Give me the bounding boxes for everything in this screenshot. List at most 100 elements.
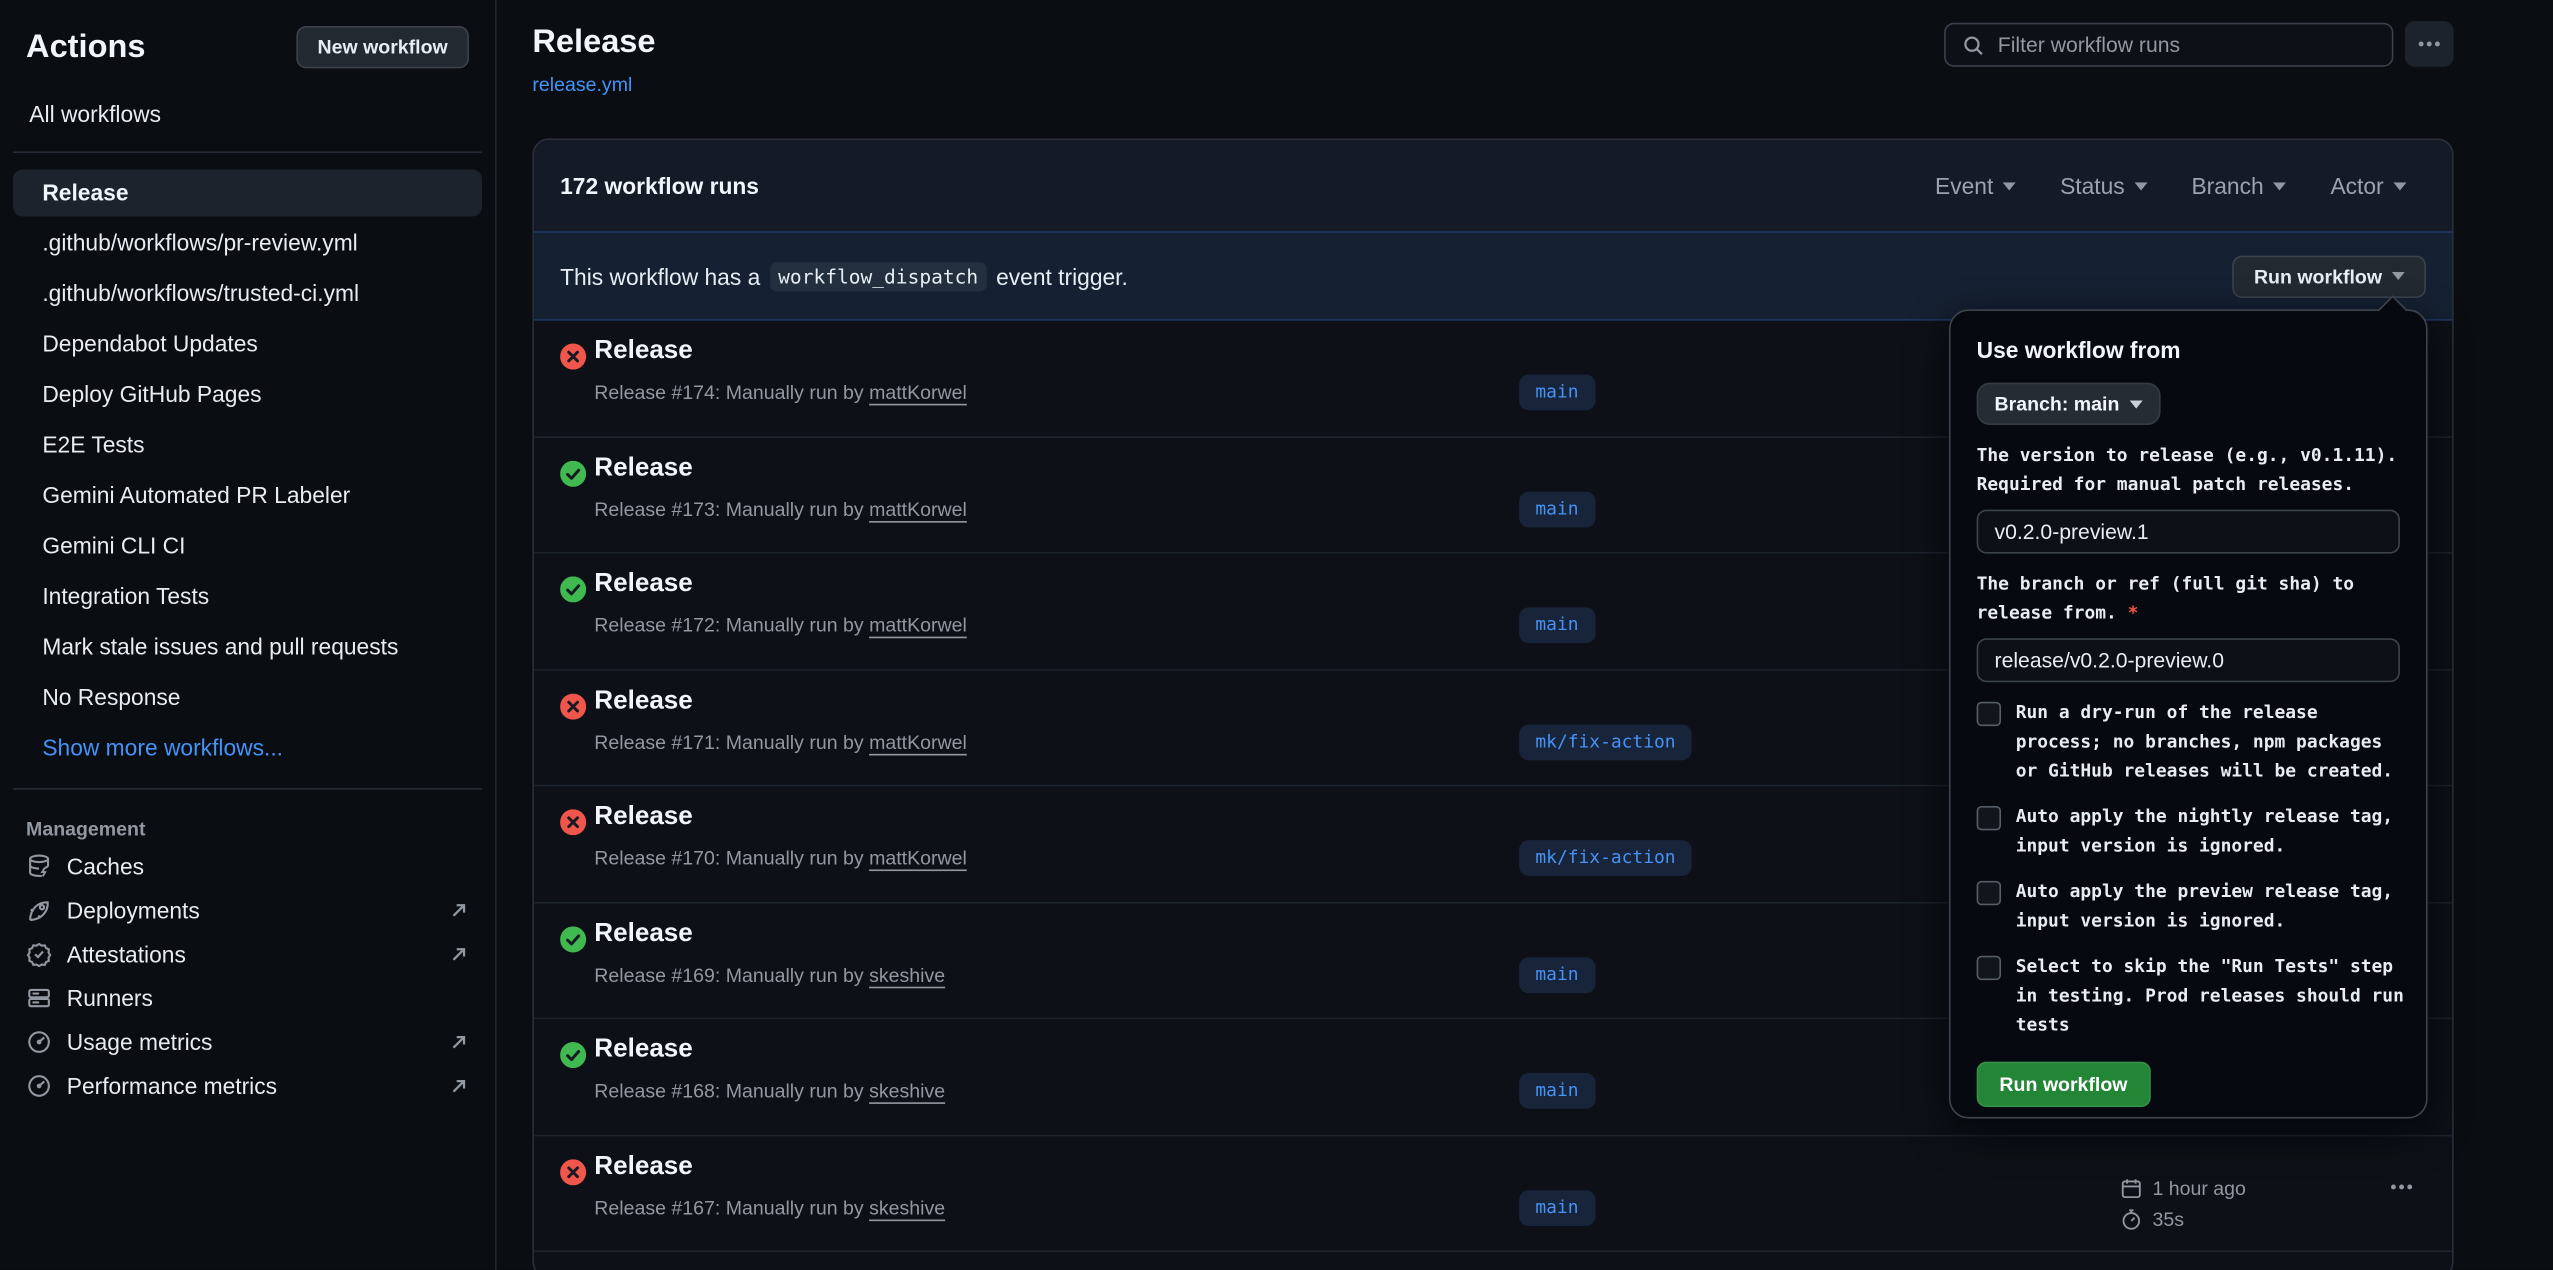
run-subtitle: Release #167: Manually run by skeshive <box>594 1196 945 1219</box>
sidebar-item-deploy-github-pages[interactable]: Deploy GitHub Pages <box>13 371 482 418</box>
filter-dropdown-branch[interactable]: Branch <box>2191 173 2286 199</box>
new-workflow-button[interactable]: New workflow <box>296 26 469 68</box>
actor-link[interactable]: mattKorwel <box>869 730 967 753</box>
sidebar-item-performance-metrics[interactable]: Performance metrics <box>13 1065 482 1107</box>
sidebar-item-show-more-workflows[interactable]: Show more workflows... <box>13 725 482 772</box>
sidebar-item-gemini-automated-pr-labeler[interactable]: Gemini Automated PR Labeler <box>13 472 482 519</box>
run-title-link[interactable]: Release <box>594 1036 693 1065</box>
sidebar-item-attestations[interactable]: Attestations <box>13 933 482 975</box>
workflow-input-field[interactable] <box>1977 638 2400 682</box>
sidebar-item-gemini-cli-ci[interactable]: Gemini CLI CI <box>13 523 482 570</box>
run-title-link[interactable]: Release <box>594 453 693 482</box>
branch-select-button[interactable]: Branch: main <box>1977 383 2160 425</box>
run-subtitle: Release #172: Manually run by mattKorwel <box>594 614 967 637</box>
checkbox[interactable] <box>1977 881 2001 905</box>
check-circle-icon <box>560 576 586 602</box>
chevron-down-icon <box>2129 400 2142 408</box>
run-title-link[interactable]: Release <box>594 1152 693 1181</box>
actor-link[interactable]: skeshive <box>869 1196 945 1219</box>
actor-link[interactable]: skeshive <box>869 963 945 986</box>
gauge-icon <box>26 1073 52 1099</box>
sidebar-item-mark-stale-issues-and-pull-requests[interactable]: Mark stale issues and pull requests <box>13 624 482 671</box>
management-list: CachesDeployments Attestations Runners Usag… <box>0 845 495 1107</box>
filter-dropdown-status[interactable]: Status <box>2060 173 2147 199</box>
sidebar-item-integration-tests[interactable]: Integration Tests <box>13 573 482 620</box>
run-time: 1 hour ago <box>2152 1173 2245 1204</box>
chevron-down-icon <box>2003 182 2016 190</box>
actor-link[interactable]: mattKorwel <box>869 381 967 404</box>
banner-text: event trigger. <box>996 263 1128 289</box>
external-link-icon <box>449 900 469 920</box>
filter-dropdown-event[interactable]: Event <box>1935 173 2016 199</box>
actor-link[interactable]: mattKorwel <box>869 847 967 870</box>
management-item-label: Usage metrics <box>67 1029 213 1055</box>
sidebar-item-dependabot-updates[interactable]: Dependabot Updates <box>13 321 482 368</box>
panel-checkboxes: Run a dry-run of the releaseprocess; no … <box>1977 698 2400 1040</box>
partial-run-row <box>534 1252 2452 1270</box>
sidebar-item-no-response[interactable]: No Response <box>13 674 482 721</box>
checkbox[interactable] <box>1977 702 2001 726</box>
management-item-label: Attestations <box>67 941 186 967</box>
x-circle-icon <box>560 1158 586 1184</box>
actor-link[interactable]: skeshive <box>869 1079 945 1102</box>
branch-pill[interactable]: main <box>1519 491 1595 527</box>
branch-pill[interactable]: mk/fix-action <box>1519 724 1692 760</box>
x-circle-icon <box>560 344 586 370</box>
workflow-dispatch-banner: This workflow has a workflow_dispatch ev… <box>534 231 2452 321</box>
branch-pill[interactable]: main <box>1519 607 1595 643</box>
chevron-down-icon <box>2134 182 2147 190</box>
sidebar-item-runners[interactable]: Runners <box>13 977 482 1019</box>
branch-pill[interactable]: main <box>1519 1189 1595 1225</box>
workflow-input-field[interactable] <box>1977 510 2400 554</box>
main-content: Release release.yml Filter workflow runs… <box>497 0 2553 1270</box>
sidebar-item-github-workflows-pr-review-yml[interactable]: .github/workflows/pr-review.yml <box>13 220 482 267</box>
panel-fields: The version to release (e.g., v0.1.11).R… <box>1977 441 2400 682</box>
sidebar-item-all-workflows[interactable]: All workflows <box>13 91 482 137</box>
run-workflow-submit-button[interactable]: Run workflow <box>1977 1062 2151 1108</box>
external-link-icon <box>449 944 469 964</box>
sidebar-item-release[interactable]: Release <box>13 169 482 216</box>
workflow-run-row[interactable]: Release Release #167: Manually run by sk… <box>534 1136 2452 1252</box>
filter-workflow-runs-input[interactable]: Filter workflow runs <box>1944 23 2393 67</box>
branch-pill[interactable]: mk/fix-action <box>1519 840 1692 876</box>
run-title-link[interactable]: Release <box>594 686 693 715</box>
management-item-label: Performance metrics <box>67 1073 277 1099</box>
actor-link[interactable]: mattKorwel <box>869 614 967 637</box>
chevron-down-icon <box>2393 182 2406 190</box>
checkbox-label: Run a dry-run of the releaseprocess; no … <box>2016 698 2393 786</box>
input-description: The branch or ref (full git sha) torelea… <box>1977 570 2400 629</box>
run-title-link[interactable]: Release <box>594 919 693 948</box>
sidebar-item-usage-metrics[interactable]: Usage metrics <box>13 1021 482 1063</box>
actions-sidebar: Actions New workflow All workflows Relea… <box>0 0 497 1270</box>
chevron-down-icon <box>2273 182 2286 190</box>
run-title-link[interactable]: Release <box>594 570 693 599</box>
x-circle-icon <box>560 693 586 719</box>
branch-pill[interactable]: main <box>1519 957 1595 993</box>
sidebar-item-github-workflows-trusted-ci-yml[interactable]: .github/workflows/trusted-ci.yml <box>13 270 482 317</box>
required-asterisk: * <box>2117 602 2139 623</box>
stopwatch-icon <box>2120 1208 2143 1231</box>
gauge-icon <box>26 1029 52 1055</box>
workflow-file-link[interactable]: release.yml <box>532 73 632 96</box>
branch-pill[interactable]: main <box>1519 374 1595 410</box>
run-workflow-dropdown-button[interactable]: Run workflow <box>2233 255 2426 297</box>
run-title-link[interactable]: Release <box>594 803 693 832</box>
checkbox[interactable] <box>1977 806 2001 830</box>
checkbox[interactable] <box>1977 956 2001 980</box>
branch-pill[interactable]: main <box>1519 1073 1595 1109</box>
workflow-list: Release.github/workflows/pr-review.yml.g… <box>0 168 495 774</box>
sidebar-item-e2e-tests[interactable]: E2E Tests <box>13 422 482 469</box>
check-circle-icon <box>560 1042 586 1068</box>
filter-dropdown-actor[interactable]: Actor <box>2330 173 2406 199</box>
sidebar-item-deployments[interactable]: Deployments <box>13 889 482 931</box>
actions-page: Actions New workflow All workflows Relea… <box>0 0 2553 1270</box>
run-subtitle: Release #173: Manually run by mattKorwel <box>594 497 967 520</box>
actor-link[interactable]: mattKorwel <box>869 497 967 520</box>
row-kebab-menu-button[interactable] <box>2390 1183 2413 1190</box>
run-subtitle: Release #168: Manually run by skeshive <box>594 1079 945 1102</box>
external-link-icon <box>449 1032 469 1052</box>
calendar-icon <box>2120 1177 2143 1200</box>
sidebar-item-caches[interactable]: Caches <box>13 845 482 887</box>
run-title-link[interactable]: Release <box>594 337 693 366</box>
kebab-menu-button[interactable] <box>2405 21 2454 67</box>
